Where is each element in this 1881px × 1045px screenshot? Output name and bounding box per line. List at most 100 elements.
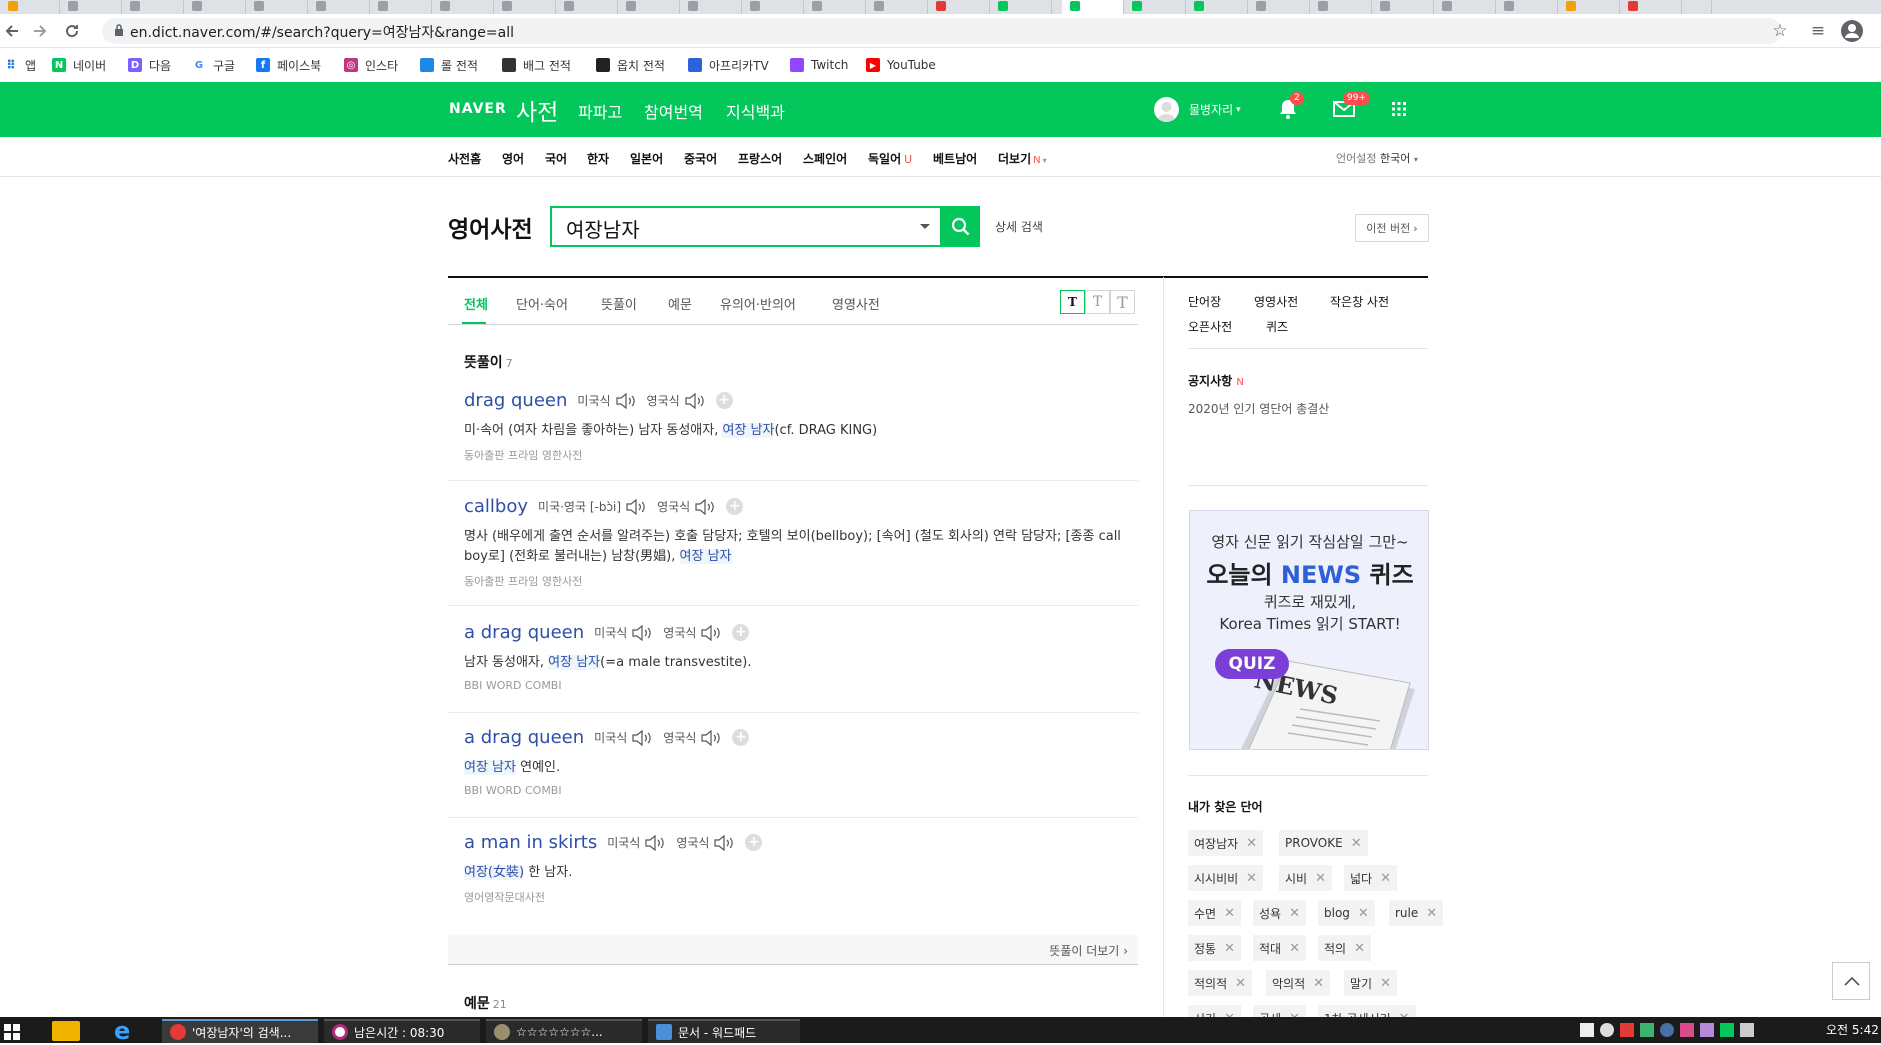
entry-word[interactable]: callboy (464, 496, 528, 517)
browser-tab[interactable] (866, 0, 928, 14)
news-quiz-ad[interactable]: 영자 신문 읽기 작심삼일 그만~ 오늘의 NEWS 퀴즈 퀴즈로 재밌게, K… (1189, 510, 1429, 750)
service-menu-button[interactable] (1391, 101, 1409, 119)
remove-icon[interactable]: ✕ (1246, 871, 1257, 886)
speaker-icon[interactable] (700, 624, 722, 642)
lnb-item-more[interactable]: 더보기 N ▾ (998, 150, 1047, 167)
history-chip[interactable]: PROVOKE ✕ (1279, 830, 1368, 856)
history-chip[interactable]: 성욕 ✕ (1253, 900, 1306, 926)
lnb-item-chinese[interactable]: 중국어 (684, 150, 717, 167)
lnb-item-spanish[interactable]: 스페인어 (803, 150, 847, 167)
speaker-icon[interactable] (694, 498, 716, 516)
text-size-medium-button[interactable]: T (1085, 290, 1110, 314)
browser-tab[interactable] (990, 0, 1052, 14)
reload-button[interactable] (60, 19, 84, 43)
bookmark-facebook[interactable]: f 페이스북 (256, 56, 321, 74)
scroll-top-button[interactable] (1832, 962, 1870, 1000)
browser-tab[interactable] (742, 0, 804, 14)
tab-synonyms-antonyms[interactable]: 유의어·반의어 (720, 294, 796, 313)
history-chip[interactable]: 적의적 ✕ (1188, 970, 1253, 996)
add-to-wordbook-button[interactable]: + (732, 729, 750, 746)
browser-tab[interactable] (804, 0, 866, 14)
browser-tab[interactable] (618, 0, 680, 14)
forward-button[interactable] (28, 19, 52, 43)
browser-tab[interactable] (1620, 0, 1682, 14)
add-to-wordbook-button[interactable]: + (726, 498, 744, 515)
history-chip[interactable]: 적대 ✕ (1253, 935, 1306, 961)
tab-examples[interactable]: 예문 (668, 294, 692, 313)
more-meanings-link[interactable]: 뜻풀이 더보기 › (1049, 942, 1128, 959)
remove-icon[interactable]: ✕ (1246, 836, 1257, 851)
speaker-icon[interactable] (631, 729, 653, 747)
browser-tab[interactable] (556, 0, 618, 14)
history-chip[interactable]: 말기 ✕ (1344, 970, 1397, 996)
naver-logo[interactable]: NAVER (449, 101, 507, 117)
history-chip[interactable]: 시시비비 ✕ (1188, 865, 1264, 891)
browser-tab[interactable] (494, 0, 556, 14)
highlight-term[interactable]: 여장 남자 (722, 423, 775, 438)
browser-tab[interactable] (0, 0, 60, 14)
add-to-wordbook-button[interactable]: + (745, 834, 763, 851)
browser-tab[interactable] (246, 0, 308, 14)
browser-tab[interactable] (1248, 0, 1310, 14)
bookmark-google[interactable]: G 구글 (192, 56, 235, 74)
entry-source[interactable]: BBI WORD COMBI (464, 679, 1134, 692)
browser-tab[interactable] (122, 0, 184, 14)
browser-tab[interactable] (1372, 0, 1434, 14)
knowledge-encyclopedia-link[interactable]: 지식백과 (726, 99, 785, 123)
bookmark-naver[interactable]: N 네이버 (52, 56, 106, 74)
speaker-icon[interactable] (625, 498, 647, 516)
bookmark-instagram[interactable]: ◎ 인스타 (344, 56, 398, 74)
entry-word[interactable]: a drag queen (464, 727, 584, 748)
entry-source[interactable]: 동아출판 프라임 영한사전 (464, 447, 1134, 463)
browser-tab[interactable] (928, 0, 990, 14)
browser-tab[interactable] (1186, 0, 1248, 14)
open-dictionary-link[interactable]: 오픈사전 (1188, 318, 1232, 335)
mini-dictionary-link[interactable]: 작은창 사전 (1330, 293, 1389, 310)
highlight-term[interactable]: 여장(女裝) (464, 865, 525, 880)
tray-icon[interactable] (1580, 1023, 1594, 1037)
browser-tab[interactable] (370, 0, 432, 14)
participation-translation-link[interactable]: 참여번역 (644, 99, 703, 123)
lnb-item-japanese[interactable]: 일본어 (630, 150, 663, 167)
browser-tab[interactable] (308, 0, 370, 14)
speaker-icon[interactable] (700, 729, 722, 747)
wordbook-link[interactable]: 단어장 (1188, 293, 1221, 310)
lnb-item-hanja[interactable]: 한자 (587, 150, 609, 167)
new-tab-button[interactable] (1682, 0, 1712, 14)
remove-icon[interactable]: ✕ (1354, 941, 1365, 956)
clock[interactable]: 오전 5:42 (1826, 1021, 1879, 1038)
bookmark-pubg[interactable]: 배그 전적 (502, 56, 571, 74)
browser-tab[interactable] (1496, 0, 1558, 14)
taskbar-window-timer[interactable]: 남은시간 : 08:30 (324, 1019, 480, 1043)
remove-icon[interactable]: ✕ (1380, 976, 1391, 991)
speaker-icon[interactable] (615, 392, 637, 410)
remove-icon[interactable]: ✕ (1351, 836, 1362, 851)
tray-icon[interactable] (1720, 1023, 1734, 1037)
browser-tab[interactable] (432, 0, 494, 14)
dictionary-service-title[interactable]: 사전 (516, 93, 558, 127)
bookmark-afreecatv[interactable]: 아프리카TV (688, 56, 769, 74)
text-size-small-button[interactable]: T (1060, 290, 1085, 314)
entry-source[interactable]: BBI WORD COMBI (464, 784, 1134, 797)
lnb-item-german[interactable]: 독일어 U (868, 150, 912, 167)
back-button[interactable] (0, 19, 24, 43)
tab-english-english[interactable]: 영영사전 (832, 294, 880, 313)
volume-icon[interactable] (1740, 1023, 1754, 1037)
english-english-link[interactable]: 영영사전 (1254, 293, 1298, 310)
entry-source[interactable]: 동아출판 프라임 영한사전 (464, 573, 1134, 589)
bookmark-star-button[interactable]: ☆ (1768, 19, 1792, 43)
lnb-item-vietnamese[interactable]: 베트남어 (933, 150, 977, 167)
tray-icon[interactable] (1680, 1023, 1694, 1037)
entry-source[interactable]: 영어영작문대사전 (464, 889, 1134, 905)
text-size-large-button[interactable]: T (1110, 290, 1135, 314)
old-version-button[interactable]: 이전 버전 › (1355, 214, 1429, 242)
papago-link[interactable]: 파파고 (578, 99, 622, 123)
speaker-icon[interactable] (684, 392, 706, 410)
mail-button[interactable]: 99+ (1333, 92, 1370, 120)
remove-icon[interactable]: ✕ (1235, 976, 1246, 991)
notification-button[interactable]: 2 (1278, 92, 1304, 120)
tab-words-idioms[interactable]: 단어·숙어 (516, 294, 568, 313)
browser-tab[interactable] (60, 0, 122, 14)
lnb-item-french[interactable]: 프랑스어 (738, 150, 782, 167)
search-input[interactable]: 여장남자 (550, 206, 942, 247)
